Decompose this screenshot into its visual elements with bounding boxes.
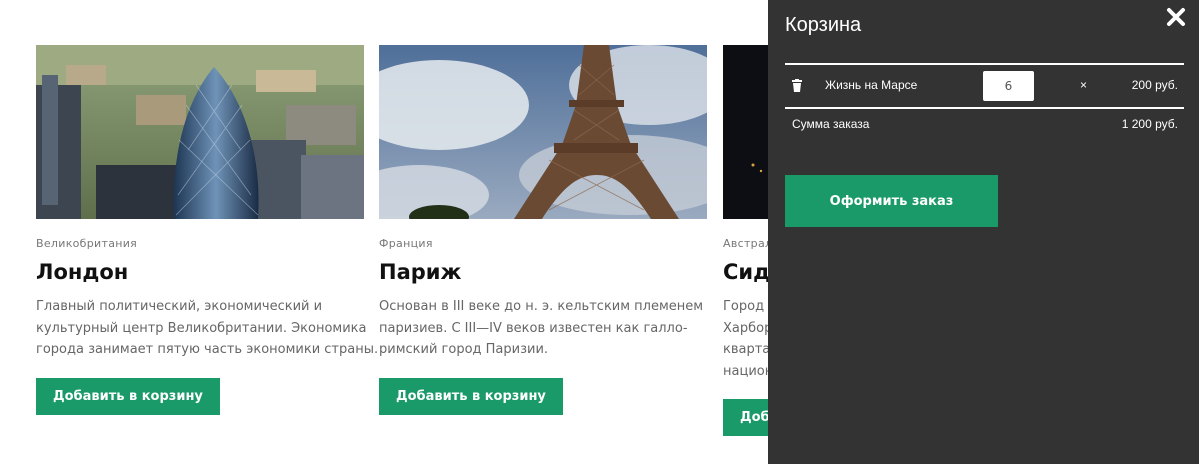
- card-description-line: римский город Паризии.: [379, 342, 549, 357]
- trash-icon[interactable]: [791, 79, 803, 92]
- quantity-input[interactable]: [983, 71, 1034, 101]
- card-title: Лондон: [36, 260, 129, 284]
- cart-title: Корзина: [785, 14, 862, 36]
- order-sum-label: Сумма заказа: [792, 117, 870, 131]
- card-paris: Франция Париж Основан в III веке до н. э…: [379, 45, 707, 415]
- add-to-cart-button[interactable]: Добавить в корзину: [36, 377, 220, 415]
- card-image-london: [36, 45, 364, 219]
- card-image-paris: [379, 45, 707, 219]
- card-description-line: города занимает пятую часть экономики ст…: [36, 342, 379, 357]
- card-title: Париж: [379, 260, 462, 284]
- card-description-line: Главный политический, экономический и: [36, 299, 323, 314]
- add-to-cart-button[interactable]: Добавить в корзину: [379, 377, 563, 415]
- card-description-line: паризиев. С III—IV веков известен как га…: [379, 320, 688, 336]
- multiply-sign: ×: [1080, 78, 1088, 92]
- cart-divider: [785, 107, 1184, 109]
- cart-item-name: Жизнь на Марсе: [825, 78, 918, 92]
- cart-divider: [785, 63, 1184, 65]
- card-description-line: Основан в III веке до н. э. кельтским пл…: [379, 299, 704, 314]
- card-country: Великобритания: [36, 237, 138, 250]
- card-london: Великобритания Лондон Главный политическ…: [36, 45, 379, 415]
- card-description: Главный политический, экономический и ку…: [36, 296, 379, 361]
- checkout-button[interactable]: Оформить заказ: [785, 175, 998, 227]
- card-description-line: культурный центр Великобритании. Экономи…: [36, 320, 367, 336]
- card-country: Франция: [379, 237, 433, 250]
- order-sum-value: 1 200 руб.: [1121, 117, 1178, 131]
- close-icon[interactable]: [1165, 6, 1187, 28]
- card-description: Основан в III веке до н. э. кельтским пл…: [379, 296, 709, 361]
- cart-item-price: 200 руб.: [1131, 78, 1178, 92]
- cart-panel: Корзина Жизнь на Марсе × 200 руб. Сумма …: [768, 0, 1199, 464]
